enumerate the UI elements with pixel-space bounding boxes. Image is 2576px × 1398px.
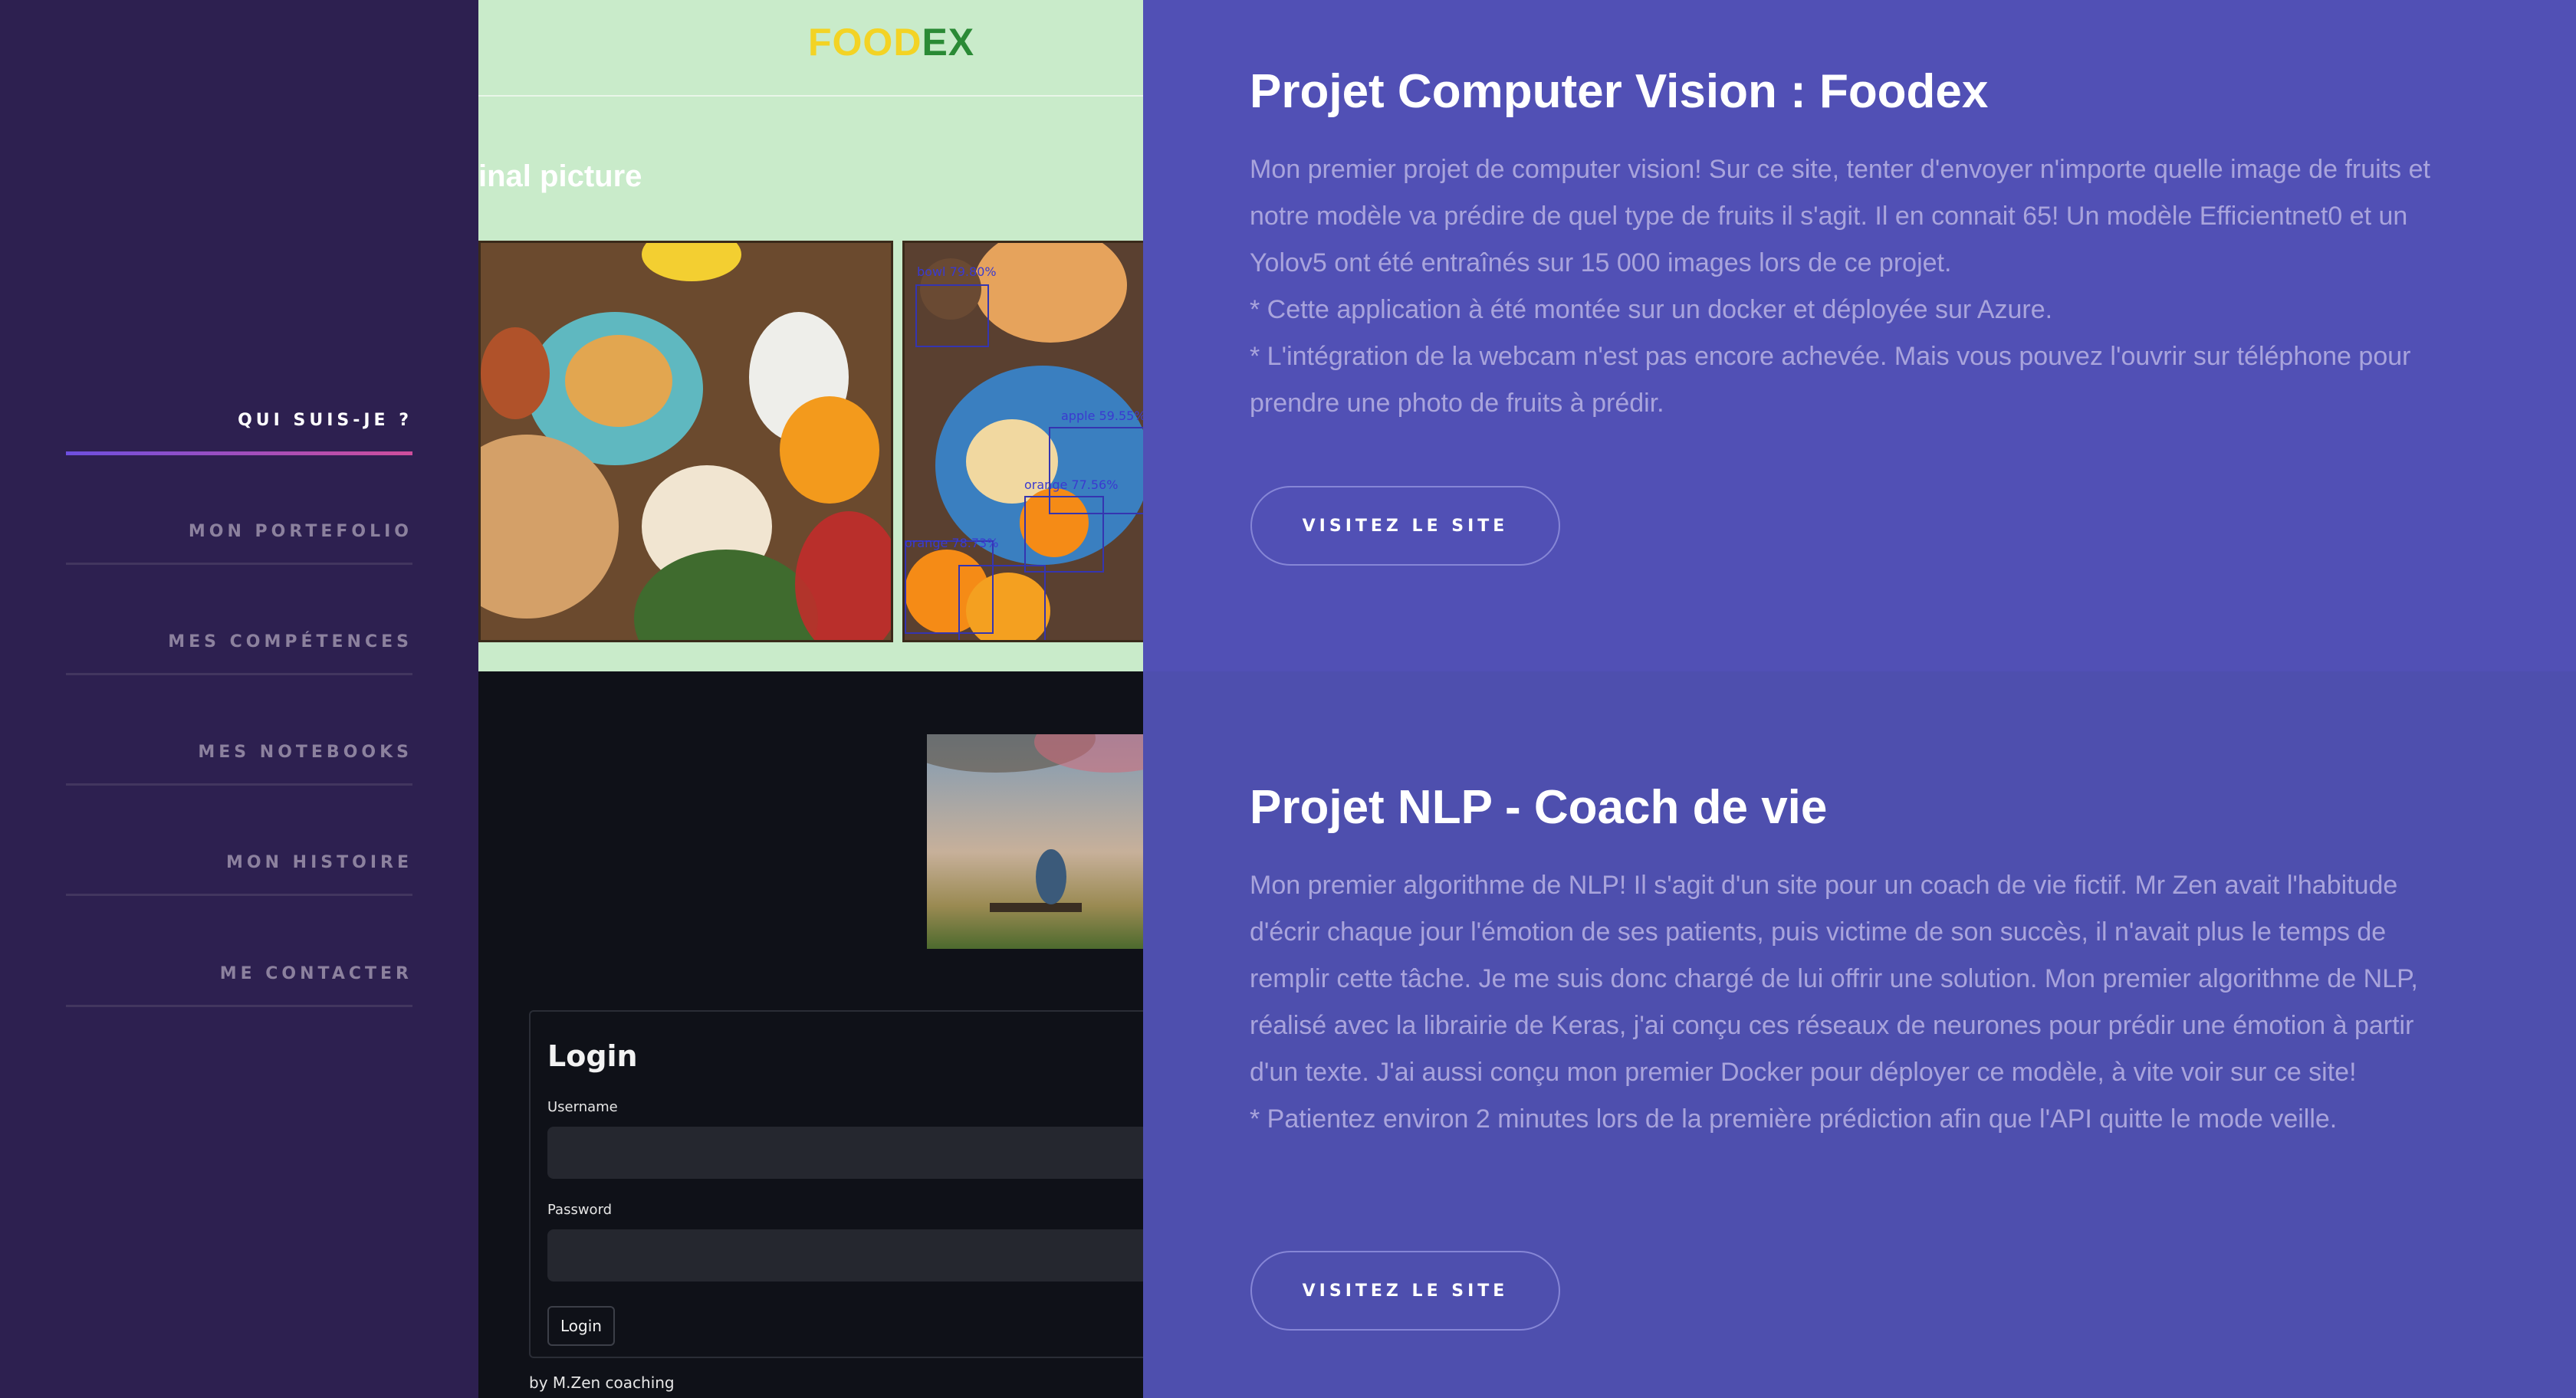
detection-label: bowl 79.80% bbox=[917, 264, 997, 279]
nav-item-histoire[interactable]: MON HISTOIRE bbox=[66, 853, 412, 896]
footer-credit: by M.Zen coaching bbox=[529, 1373, 675, 1392]
detection-photo: bowl 79.80% orange 77.56% apple 59.55% o… bbox=[902, 241, 1143, 642]
orange-juice-shape bbox=[780, 396, 879, 504]
meditation-image bbox=[927, 734, 1143, 949]
nav-item-contacter[interactable]: ME CONTACTER bbox=[66, 964, 412, 1007]
login-button[interactable]: Login bbox=[547, 1306, 615, 1346]
nlp-screenshot: Login Username Password Login by M.Zen c… bbox=[478, 671, 1143, 1398]
password-label: Password bbox=[547, 1202, 613, 1218]
nav-item-portefolio[interactable]: MON PORTEFOLIO bbox=[66, 522, 412, 565]
project-foodex: FOODEX inal picture bowl 79.80% orange 7… bbox=[478, 0, 2576, 671]
visit-site-button[interactable]: VISITEZ LE SITE bbox=[1250, 486, 1560, 566]
description-paragraph: * Patientez environ 2 minutes lors de la… bbox=[1250, 1104, 2338, 1134]
project-title: Projet Computer Vision : Foodex bbox=[1250, 65, 1989, 118]
banana-shape bbox=[642, 243, 741, 281]
divider bbox=[478, 95, 1143, 97]
breakfast-photo bbox=[478, 241, 893, 642]
visit-site-button[interactable]: VISITEZ LE SITE bbox=[1250, 1251, 1560, 1331]
project-info: Projet NLP - Coach de vie Mon premier al… bbox=[1250, 780, 2446, 1143]
napkin-shape bbox=[795, 511, 891, 640]
project-description: Mon premier projet de computer vision! S… bbox=[1250, 146, 2446, 427]
sidebar-nav: QUI SUIS-JE ? MON PORTEFOLIO MES COMPÉTE… bbox=[0, 0, 478, 1398]
detection-label: orange 78.73% bbox=[905, 536, 999, 550]
bench-shape bbox=[990, 903, 1082, 912]
foodex-logo: FOODEX bbox=[808, 21, 975, 64]
description-paragraph: Mon premier projet de computer vision! S… bbox=[1250, 155, 2430, 277]
nav-item-notebooks[interactable]: MES NOTEBOOKS bbox=[66, 743, 412, 786]
foodex-original-picture-heading: inal picture bbox=[478, 159, 642, 193]
description-paragraph: Mon premier algorithme de NLP! Il s'agit… bbox=[1250, 871, 2418, 1087]
project-description: Mon premier algorithme de NLP! Il s'agit… bbox=[1250, 862, 2446, 1143]
detection-box bbox=[915, 284, 989, 347]
nav-item-qui-suis-je[interactable]: QUI SUIS-JE ? bbox=[66, 411, 412, 455]
project-title: Projet NLP - Coach de vie bbox=[1250, 781, 1828, 834]
project-nlp: Login Username Password Login by M.Zen c… bbox=[478, 671, 2576, 1398]
username-label: Username bbox=[547, 1099, 618, 1115]
toast-shape bbox=[974, 243, 1127, 343]
person-shape bbox=[1036, 849, 1066, 904]
pancake-shape bbox=[565, 335, 672, 427]
login-card: Login Username Password Login bbox=[529, 1010, 1143, 1358]
description-paragraph: * Cette application à été montée sur un … bbox=[1250, 295, 2053, 324]
nav-item-competences[interactable]: MES COMPÉTENCES bbox=[66, 632, 412, 675]
project-info: Projet Computer Vision : Foodex Mon prem… bbox=[1250, 64, 2446, 427]
detection-box bbox=[958, 565, 1046, 640]
foodex-screenshot: FOODEX inal picture bowl 79.80% orange 7… bbox=[478, 0, 1143, 671]
username-field[interactable] bbox=[547, 1127, 1143, 1179]
jar-shape bbox=[481, 327, 550, 419]
login-title: Login bbox=[547, 1039, 638, 1073]
password-field[interactable] bbox=[547, 1229, 1143, 1282]
description-paragraph: * L'intégration de la webcam n'est pas e… bbox=[1250, 342, 2411, 418]
detection-label: apple 59.55% bbox=[1061, 409, 1143, 423]
detection-box bbox=[1049, 427, 1143, 514]
